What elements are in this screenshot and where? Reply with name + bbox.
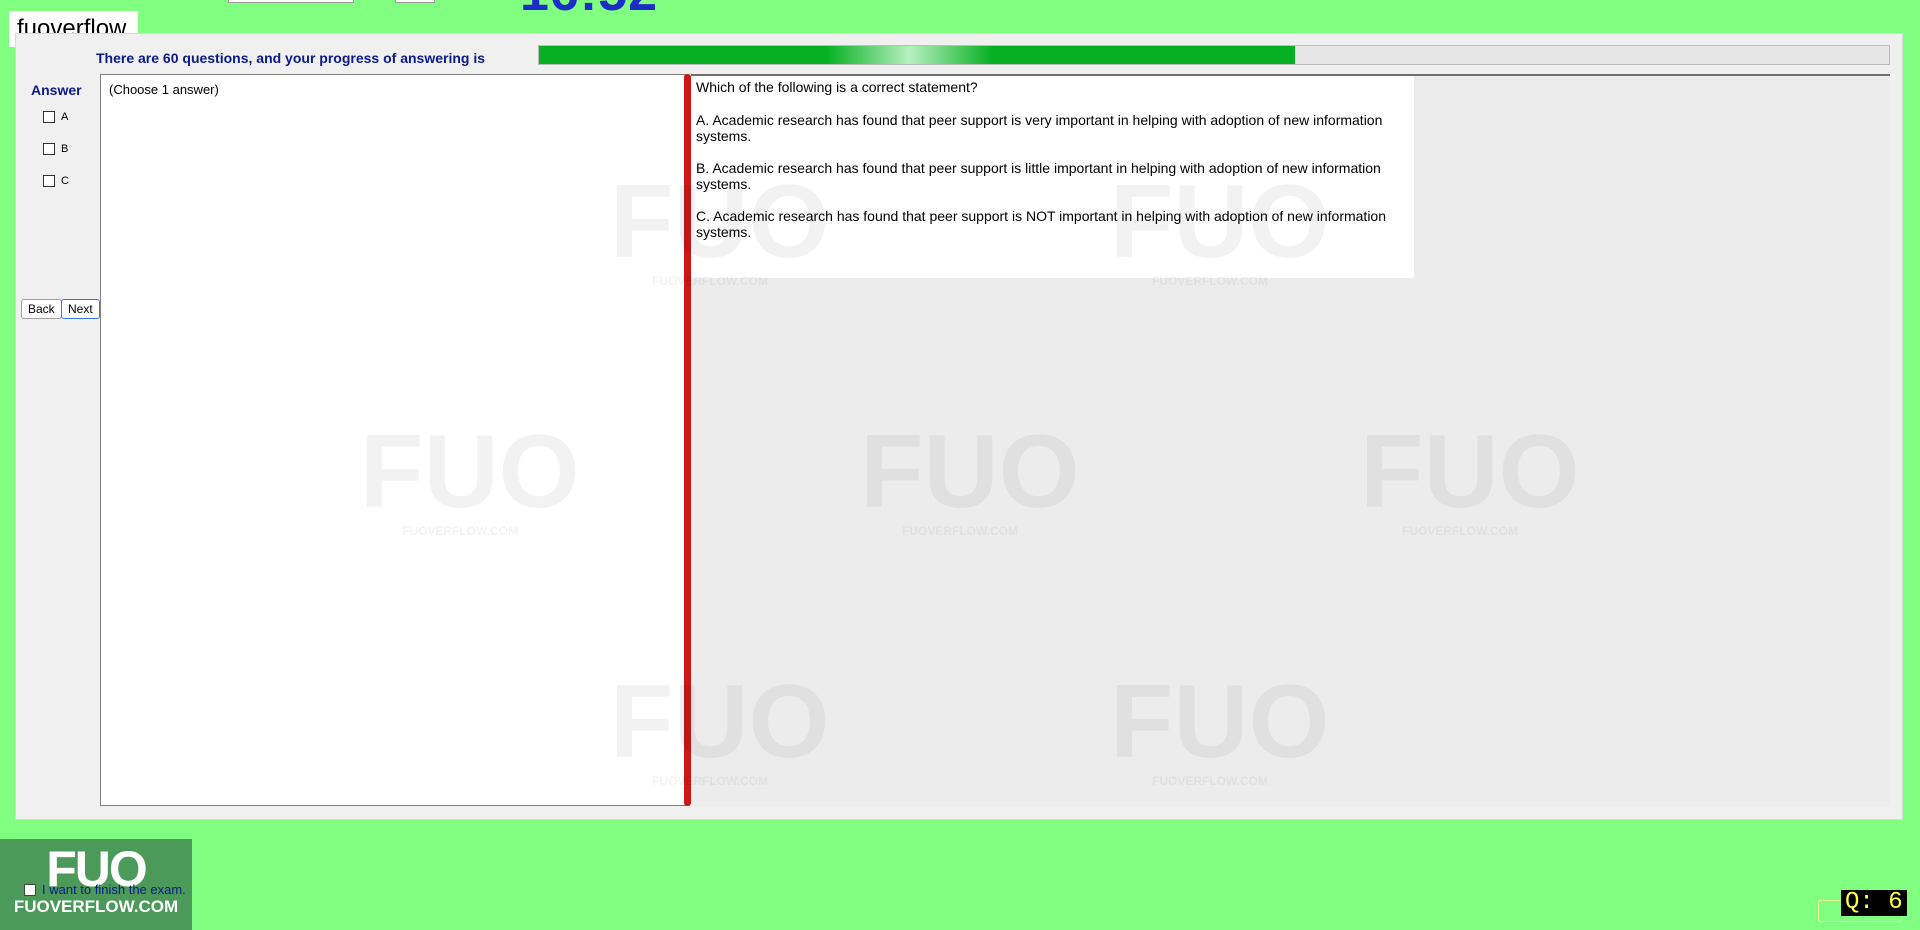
answer-hint-panel: (Choose 1 answer) xyxy=(100,74,686,806)
answer-option-b[interactable]: B xyxy=(43,143,68,155)
panel-splitter[interactable] xyxy=(684,74,691,806)
question-choice-a: A. Academic research has found that peer… xyxy=(696,112,1383,144)
progress-label: There are 60 questions, and your progres… xyxy=(96,50,485,66)
back-button[interactable]: Back xyxy=(21,299,62,319)
finish-exam-checkbox[interactable] xyxy=(24,883,36,896)
answer-heading: Answer xyxy=(31,82,82,98)
question-choice-b: B. Academic research has found that peer… xyxy=(696,160,1381,192)
finish-exam-option[interactable]: I want to finish the exam. xyxy=(24,882,186,897)
answer-option-c[interactable]: C xyxy=(43,175,69,187)
answer-checkbox-c[interactable] xyxy=(43,175,55,187)
progress-bar xyxy=(538,45,1890,65)
exam-timer: 16:52 xyxy=(520,0,658,19)
answer-option-label: C xyxy=(61,175,69,187)
question-counter: Q: 6 xyxy=(1841,890,1907,916)
answer-checkbox-a[interactable] xyxy=(43,111,55,123)
answer-option-label: B xyxy=(61,143,69,155)
question-text-box: Which of the following is a correct stat… xyxy=(691,76,1414,278)
question-panel: Which of the following is a correct stat… xyxy=(691,74,1890,806)
logo-text: FUOVERFLOW.COM xyxy=(13,897,179,916)
answer-checkbox-b[interactable] xyxy=(43,143,55,155)
top-small-box[interactable] xyxy=(395,0,435,3)
question-choice-c: C. Academic research has found that peer… xyxy=(696,208,1387,240)
finish-exam-label: I want to finish the exam. xyxy=(42,882,186,897)
choose-answer-hint: (Choose 1 answer) xyxy=(109,82,219,97)
progress-bar-fill xyxy=(539,46,1295,64)
top-dropdown[interactable] xyxy=(228,0,354,3)
answer-option-label: A xyxy=(61,111,69,123)
question-stem: Which of the following is a correct stat… xyxy=(696,79,978,95)
answer-option-a[interactable]: A xyxy=(43,111,68,123)
next-button[interactable]: Next xyxy=(61,299,100,319)
